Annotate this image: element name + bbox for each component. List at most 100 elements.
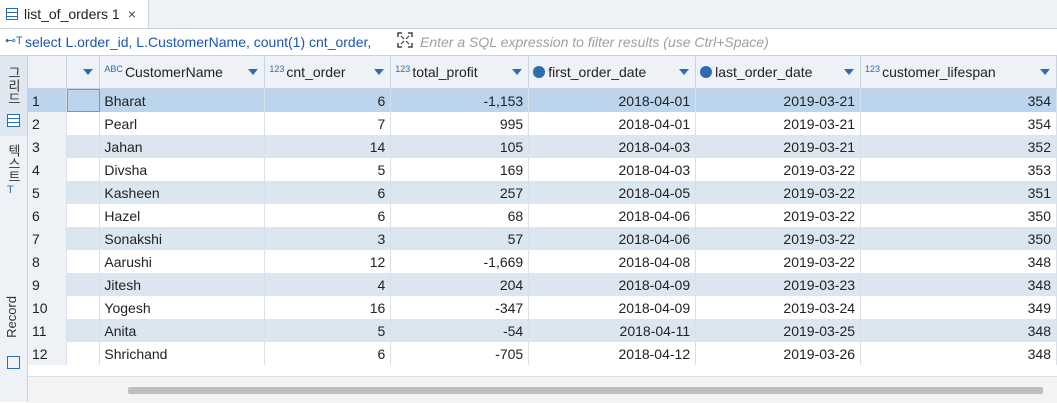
table-row[interactable]: 7 Sonakshi 3 57 2018-04-06 2019-03-22 35… — [28, 227, 1057, 250]
cell-customername[interactable]: Hazel — [99, 204, 266, 227]
cell-first-order-date[interactable]: 2018-04-05 — [528, 181, 697, 204]
row-select-cell[interactable] — [66, 181, 101, 204]
row-select-cell[interactable] — [66, 112, 101, 135]
column-header-last-order-date[interactable]: last_order_date — [695, 56, 862, 89]
cell-total-profit[interactable]: 68 — [390, 204, 530, 227]
grid-view-tab[interactable]: 그리드 — [0, 56, 27, 136]
cell-last-order-date[interactable]: 2019-03-21 — [695, 135, 862, 158]
cell-total-profit[interactable]: 105 — [390, 135, 530, 158]
row-select-cell[interactable] — [66, 319, 101, 342]
cell-first-order-date[interactable]: 2018-04-12 — [528, 342, 697, 365]
chevron-down-icon[interactable] — [679, 69, 690, 75]
cell-first-order-date[interactable]: 2018-04-11 — [528, 319, 697, 342]
column-header-cnt-order[interactable]: 123 cnt_order — [264, 56, 392, 89]
cell-customer-lifespan[interactable]: 348 — [860, 250, 1057, 273]
row-select-cell[interactable] — [66, 158, 101, 181]
expand-icon[interactable] — [397, 32, 413, 48]
cell-customername[interactable]: Bharat — [99, 88, 266, 112]
cell-cnt-order[interactable]: 5 — [264, 158, 392, 181]
cell-last-order-date[interactable]: 2019-03-21 — [695, 112, 862, 135]
cell-first-order-date[interactable]: 2018-04-09 — [528, 273, 697, 296]
text-view-tab[interactable]: T 텍스트 — [0, 144, 27, 224]
cell-customer-lifespan[interactable]: 348 — [860, 273, 1057, 296]
cell-first-order-date[interactable]: 2018-04-03 — [528, 135, 697, 158]
row-select-cell[interactable] — [66, 342, 101, 365]
row-select-cell[interactable] — [66, 135, 101, 158]
chevron-down-icon[interactable] — [844, 69, 855, 75]
cell-customer-lifespan[interactable]: 350 — [860, 227, 1057, 250]
row-number[interactable]: 8 — [28, 250, 68, 273]
cell-last-order-date[interactable]: 2019-03-22 — [695, 158, 862, 181]
record-view-tab[interactable]: Record — [0, 296, 27, 376]
column-header-customer-lifespan[interactable]: 123 customer_lifespan — [860, 56, 1057, 89]
column-header-customername[interactable]: ABC CustomerName — [99, 56, 266, 89]
chevron-down-icon[interactable] — [1040, 69, 1050, 75]
cell-customer-lifespan[interactable]: 349 — [860, 296, 1057, 319]
cell-first-order-date[interactable]: 2018-04-06 — [528, 227, 697, 250]
horizontal-scrollbar[interactable] — [28, 376, 1057, 403]
cell-total-profit[interactable]: 204 — [390, 273, 530, 296]
cell-last-order-date[interactable]: 2019-03-25 — [695, 319, 862, 342]
table-row[interactable]: 11 Anita 5 -54 2018-04-11 2019-03-25 348 — [28, 319, 1057, 342]
cell-cnt-order[interactable]: 6 — [264, 181, 392, 204]
table-row[interactable]: 2 Pearl 7 995 2018-04-01 2019-03-21 354 — [28, 112, 1057, 135]
cell-cnt-order[interactable]: 14 — [264, 135, 392, 158]
table-row[interactable]: 4 Divsha 5 169 2018-04-03 2019-03-22 353 — [28, 158, 1057, 181]
cell-customername[interactable]: Jahan — [99, 135, 266, 158]
row-select-cell[interactable] — [66, 88, 101, 112]
cell-customername[interactable]: Anita — [99, 319, 266, 342]
row-select-cell[interactable] — [66, 227, 101, 250]
row-number[interactable]: 9 — [28, 273, 68, 296]
row-number[interactable]: 7 — [28, 227, 68, 250]
cell-customername[interactable]: Shrichand — [99, 342, 266, 365]
cell-first-order-date[interactable]: 2018-04-03 — [528, 158, 697, 181]
table-row[interactable]: 1 Bharat 6 -1,153 2018-04-01 2019-03-21 … — [28, 88, 1057, 112]
close-icon[interactable]: × — [128, 6, 136, 22]
chevron-down-icon[interactable] — [83, 69, 94, 75]
cell-total-profit[interactable]: -1,153 — [390, 88, 530, 112]
cell-customername[interactable]: Pearl — [99, 112, 266, 135]
cell-customer-lifespan[interactable]: 352 — [860, 135, 1057, 158]
chevron-down-icon[interactable] — [512, 69, 523, 75]
cell-customername[interactable]: Aarushi — [99, 250, 266, 273]
cell-customer-lifespan[interactable]: 353 — [860, 158, 1057, 181]
table-row[interactable]: 9 Jitesh 4 204 2018-04-09 2019-03-23 348 — [28, 273, 1057, 296]
table-row[interactable]: 3 Jahan 14 105 2018-04-03 2019-03-21 352 — [28, 135, 1057, 158]
row-select-cell[interactable] — [66, 273, 101, 296]
row-number[interactable]: 10 — [28, 296, 68, 319]
cell-cnt-order[interactable]: 6 — [264, 204, 392, 227]
row-number[interactable]: 3 — [28, 135, 68, 158]
cell-customername[interactable]: Sonakshi — [99, 227, 266, 250]
cell-first-order-date[interactable]: 2018-04-06 — [528, 204, 697, 227]
row-number[interactable]: 5 — [28, 181, 68, 204]
cell-last-order-date[interactable]: 2019-03-23 — [695, 273, 862, 296]
row-number[interactable]: 12 — [28, 342, 68, 365]
row-number[interactable]: 1 — [28, 88, 68, 112]
row-number[interactable]: 4 — [28, 158, 68, 181]
cell-last-order-date[interactable]: 2019-03-24 — [695, 296, 862, 319]
cell-total-profit[interactable]: -347 — [390, 296, 530, 319]
row-number[interactable]: 2 — [28, 112, 68, 135]
cell-total-profit[interactable]: 995 — [390, 112, 530, 135]
table-row[interactable]: 12 Shrichand 6 -705 2018-04-12 2019-03-2… — [28, 342, 1057, 365]
scrollbar-thumb[interactable] — [128, 387, 1043, 394]
cell-total-profit[interactable]: -1,669 — [390, 250, 530, 273]
cell-last-order-date[interactable]: 2019-03-21 — [695, 88, 862, 112]
cell-customer-lifespan[interactable]: 351 — [860, 181, 1057, 204]
cell-customer-lifespan[interactable]: 348 — [860, 319, 1057, 342]
select-column-header[interactable] — [66, 56, 101, 89]
cell-customer-lifespan[interactable]: 354 — [860, 88, 1057, 112]
cell-customername[interactable]: Kasheen — [99, 181, 266, 204]
filter-input[interactable]: Enter a SQL expression to filter results… — [420, 34, 769, 50]
cell-total-profit[interactable]: -54 — [390, 319, 530, 342]
cell-last-order-date[interactable]: 2019-03-22 — [695, 250, 862, 273]
cell-total-profit[interactable]: 57 — [390, 227, 530, 250]
cell-cnt-order[interactable]: 6 — [264, 342, 392, 365]
cell-customername[interactable]: Yogesh — [99, 296, 266, 319]
cell-first-order-date[interactable]: 2018-04-01 — [528, 88, 697, 112]
cell-cnt-order[interactable]: 5 — [264, 319, 392, 342]
tab-list-of-orders[interactable]: list_of_orders 1 × — [0, 0, 149, 28]
cell-last-order-date[interactable]: 2019-03-26 — [695, 342, 862, 365]
column-header-first-order-date[interactable]: first_order_date — [528, 56, 697, 89]
cell-last-order-date[interactable]: 2019-03-22 — [695, 227, 862, 250]
